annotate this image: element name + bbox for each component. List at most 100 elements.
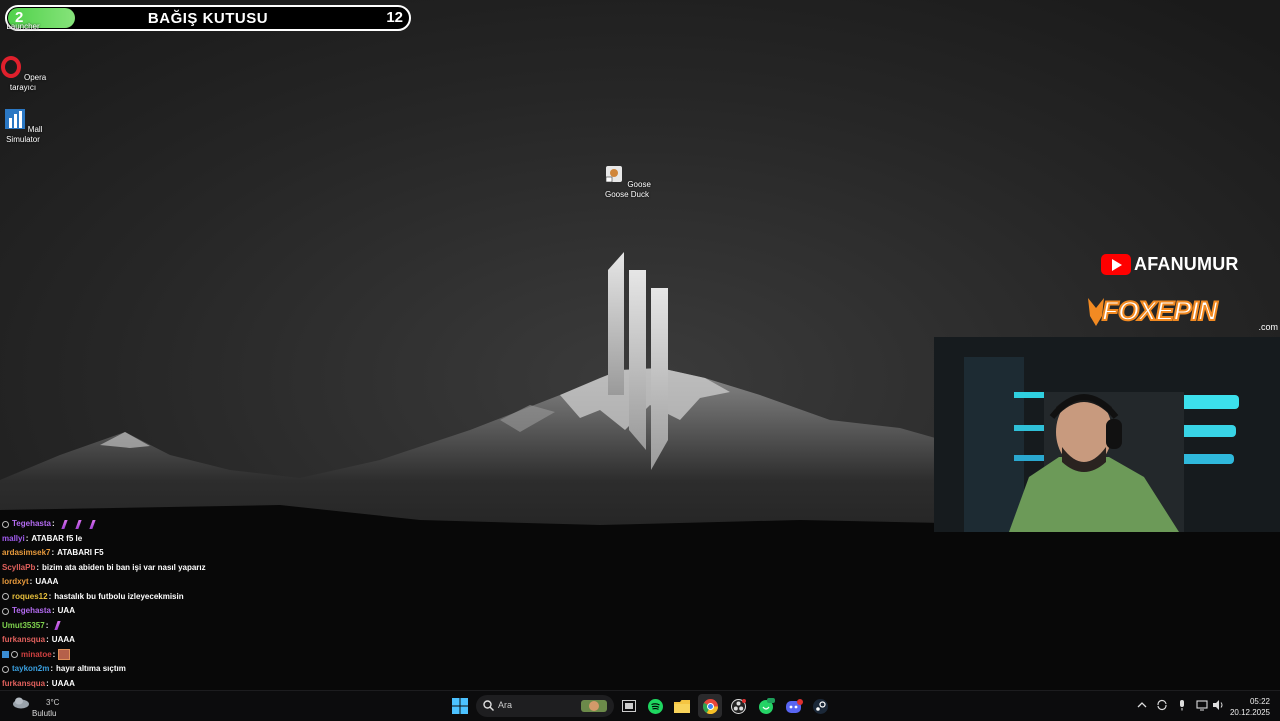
chat-separator: :: [45, 620, 49, 630]
steam-icon: [812, 698, 828, 714]
chat-emote-icon: [54, 621, 61, 631]
chat-message-text: ATABAR f5 le: [31, 533, 83, 543]
moderator-badge-icon: [11, 651, 18, 659]
spotify-icon: [647, 698, 663, 714]
chat-message-text: bizim ata abiden bi ban işi var nasıl ya…: [42, 562, 206, 572]
desktop-icon-opera[interactable]: Opera tarayıcı: [0, 56, 50, 93]
chat-overlay: Tegehasta: mallyi: ATABAR f5 le ardasimsek7…: [2, 517, 302, 706]
chat-emote-icon: [89, 519, 96, 529]
moderator-badge-icon: [2, 665, 9, 673]
youtube-channel-banner: AFANUMUR: [1101, 254, 1239, 275]
task-view-icon: [622, 700, 636, 712]
system-clock[interactable]: 05:22 20.12.2025: [1230, 696, 1270, 718]
discord-icon: [785, 698, 803, 713]
weather-widget[interactable]: 3°C Bulutlu: [12, 695, 62, 718]
opera-icon: [0, 56, 21, 78]
chat-message: Umut35357:: [2, 619, 302, 634]
chat-username: lordxyt: [2, 577, 29, 586]
taskbar-whatsapp[interactable]: [754, 694, 778, 718]
volume-icon[interactable]: [1212, 699, 1224, 711]
chat-separator: :: [46, 678, 49, 688]
chat-separator: :: [25, 533, 29, 543]
chat-separator: :: [50, 664, 54, 673]
webcam-overlay: [934, 337, 1280, 532]
search-placeholder: Ara: [498, 700, 513, 710]
chat-message-text: UAA: [57, 606, 75, 615]
search-highlight-icon: [581, 700, 607, 712]
search-icon: [483, 700, 494, 711]
chat-message: Tegehasta: UAA: [2, 604, 302, 619]
chat-username: minatoe: [21, 649, 52, 659]
chat-message-text: hastalık bu futbolu izleyecekmisin: [54, 591, 184, 601]
moderator-badge-icon: [2, 607, 9, 615]
youtube-icon: [1101, 254, 1131, 275]
chrome-icon: [702, 698, 718, 714]
chat-username: Umut35357: [2, 620, 45, 630]
microphone-icon[interactable]: [1176, 699, 1188, 711]
taskbar-steam[interactable]: [808, 694, 832, 718]
chat-username: roques12: [12, 591, 48, 601]
chat-username: mallyi: [2, 533, 25, 543]
weather-temperature: 3°C: [46, 698, 60, 707]
folder-icon: [674, 699, 690, 713]
desktop-icon-mall-simulator[interactable]: Mall Simulator: [0, 108, 50, 145]
chat-message: roques12: hastalık bu futbolu izleyecekmi…: [2, 590, 302, 605]
weather-label: Bulutlu: [32, 709, 57, 718]
taskbar-obs[interactable]: [726, 694, 750, 718]
windows-icon: [452, 698, 468, 714]
chat-message: Tegehasta:: [2, 517, 302, 532]
desktop-icon-launcher[interactable]: Launcher: [0, 22, 50, 32]
chat-message: mallyi: ATABAR f5 le: [2, 532, 302, 547]
chat-username: Tegehasta: [12, 519, 51, 528]
chat-separator: :: [52, 649, 56, 659]
taskbar-discord[interactable]: [782, 694, 806, 718]
chat-separator: :: [51, 606, 55, 615]
network-icon[interactable]: [1196, 699, 1208, 711]
clock-time: 05:22: [1249, 697, 1270, 706]
chat-message: lordxyt: UAAA: [2, 575, 302, 590]
chat-message-text: UAAA: [35, 577, 59, 586]
chat-username: taykon2m: [12, 664, 50, 673]
chat-emote-icon: [61, 519, 68, 529]
desktop-icon-goose-goose-duck[interactable]: Goose Goose Duck: [600, 163, 654, 200]
chat-separator: :: [46, 635, 49, 644]
chat-message: taykon2m: hayır altıma sıçtım: [2, 662, 302, 677]
taskbar-search[interactable]: Ara: [476, 695, 614, 717]
chevron-up-icon[interactable]: [1136, 699, 1148, 711]
clock-date: 20.12.2025: [1229, 708, 1270, 717]
moderator-badge-icon: [2, 593, 9, 601]
chat-message: furkansqua: UAAA: [2, 633, 302, 648]
chat-separator: :: [36, 562, 40, 572]
cloud-icon: [13, 697, 29, 709]
goose-goose-duck-icon: [605, 166, 623, 183]
donation-title: BAĞIŞ KUTUSU: [147, 10, 269, 27]
chat-message: furkansqua: UAAA: [2, 677, 302, 692]
donation-goal-count: 12: [386, 9, 403, 26]
chat-separator: :: [51, 548, 55, 557]
chat-separator: :: [29, 577, 33, 586]
chat-username: ardasimsek7: [2, 548, 51, 557]
chat-message-text: UAAA: [51, 678, 75, 688]
chat-message-text: ATABARI F5: [57, 548, 104, 557]
streamer-webcam-image: [934, 337, 1280, 532]
moderator-badge-icon: [2, 520, 9, 528]
subscriber-badge-icon: [2, 651, 9, 659]
obs-icon: [730, 698, 746, 714]
chat-emote-icon: [75, 519, 82, 529]
sponsor-name: FOXEPIN: [1101, 295, 1219, 327]
sync-icon[interactable]: [1156, 699, 1168, 711]
sponsor-domain-suffix: .com: [1258, 322, 1278, 332]
taskbar-chrome[interactable]: [698, 694, 722, 718]
chat-username: ScyllaPb: [2, 562, 36, 572]
task-view-button[interactable]: [617, 694, 641, 718]
start-button[interactable]: [448, 694, 472, 718]
chat-message-text: hayır altıma sıçtım: [56, 664, 126, 673]
chat-message: ardasimsek7: ATABARI F5: [2, 546, 302, 561]
taskbar-file-explorer[interactable]: [670, 694, 694, 718]
taskbar-spotify[interactable]: [643, 694, 667, 718]
chat-message-text: UAAA: [51, 635, 75, 644]
chat-separator: :: [51, 519, 55, 528]
chat-emote-icon: [58, 649, 71, 661]
youtube-channel-name: AFANUMUR: [1134, 254, 1239, 274]
whatsapp-icon: [758, 697, 775, 714]
